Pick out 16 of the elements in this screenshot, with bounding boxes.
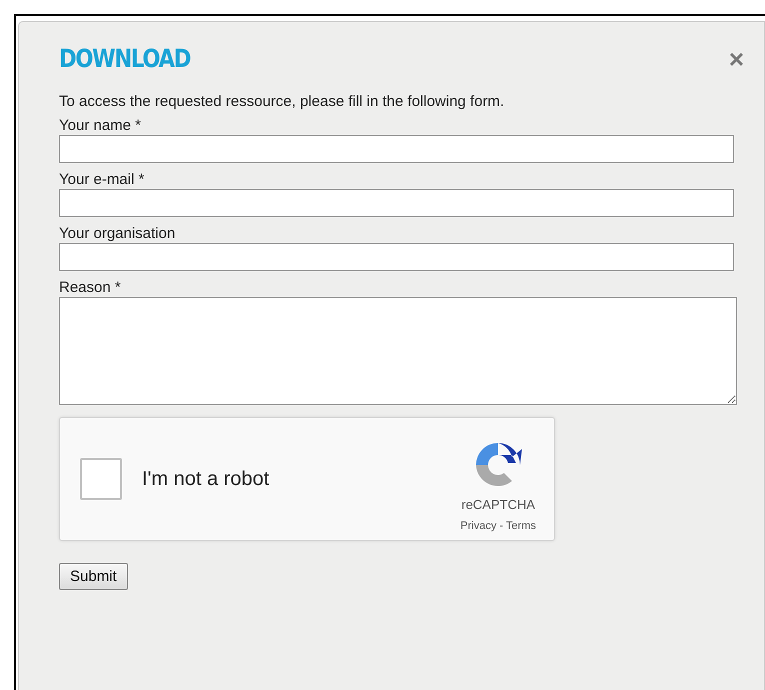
- input-field[interactable]: [59, 189, 734, 217]
- intro-text: To access the requested ressource, please fill in the following form.: [59, 93, 506, 110]
- recaptcha-brand: reCAPTCHA: [461, 496, 536, 512]
- field-label: Your name *: [59, 117, 142, 134]
- submit-button[interactable]: Submit: [59, 563, 128, 590]
- close-button[interactable]: ×: [728, 46, 744, 72]
- privacy-terms-link[interactable]: Privacy - Terms: [460, 520, 536, 532]
- field-label: Your e-mail *: [59, 171, 146, 188]
- field-label: Reason *: [59, 279, 122, 296]
- text-area[interactable]: [59, 297, 737, 405]
- captcha-checkbox[interactable]: [80, 458, 122, 500]
- input-field[interactable]: [59, 135, 734, 163]
- captcha-label: I'm not a robot: [142, 468, 270, 490]
- input-field[interactable]: [59, 243, 734, 271]
- field-label: Your organisation: [59, 225, 176, 242]
- dialog-title: DOWNLOAD: [59, 44, 190, 73]
